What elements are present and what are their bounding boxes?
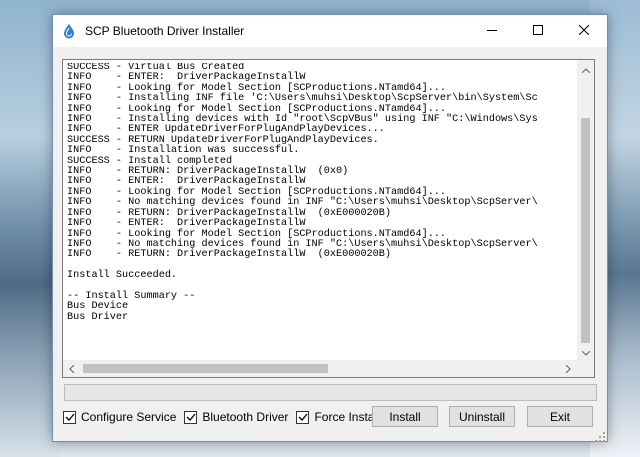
chevron-up-icon [581,60,590,78]
maximize-icon [533,22,543,40]
log-line: Bus Driver [67,311,129,323]
resize-grip-icon[interactable] [595,429,605,442]
title-bar[interactable]: SCP Bluetooth Driver Installer [53,15,607,47]
scroll-right-button[interactable] [560,360,577,377]
bottom-controls: Configure Service Bluetooth Driver Force… [63,406,597,428]
configure-service-checkbox[interactable]: Configure Service [63,410,176,424]
progress-bar [64,384,597,401]
scrollbar-corner [577,360,594,377]
maximize-button[interactable] [515,15,561,47]
close-button[interactable] [561,15,607,47]
checkbox-box[interactable] [63,410,76,424]
checkbox-box[interactable] [296,410,310,424]
log-line: Bus Device [67,301,129,313]
window-title: SCP Bluetooth Driver Installer [85,24,245,38]
log-line: Install Succeeded. [67,270,178,282]
chevron-down-icon [581,343,590,361]
scroll-down-button[interactable] [577,343,594,360]
scroll-left-button[interactable] [63,360,80,377]
installer-window: SCP Bluetooth Driver Installer SUCCESS -… [52,14,608,442]
exit-button[interactable]: Exit [527,406,593,427]
log-line: -- Install Summary -- [67,290,196,302]
scroll-up-button[interactable] [577,60,594,77]
configure-service-label: Configure Service [81,410,177,424]
scp-app-icon [61,23,77,39]
desktop-wallpaper-left [0,0,60,457]
close-icon [578,22,590,40]
force-install-checkbox[interactable]: Force Install [296,410,380,424]
uninstall-button[interactable]: Uninstall [449,406,515,427]
chevron-right-icon [565,360,571,378]
checkmark-icon [298,413,308,421]
checkmark-icon [186,413,196,421]
log-line: INFO - RETURN: DriverPackageInstallW (0x… [67,249,392,261]
vertical-scrollbar[interactable] [577,60,594,360]
bluetooth-driver-label: Bluetooth Driver [202,410,289,424]
log-line: INFO - ENTER: DriverPackageInstallW [67,218,306,230]
checkbox-box[interactable] [184,410,198,424]
force-install-label: Force Install [314,410,380,424]
log-textbox[interactable]: SUCCESS - Virtual Bus Created INFO - ENTE… [62,59,595,378]
checkmark-icon [65,413,74,421]
bluetooth-driver-checkbox[interactable]: Bluetooth Driver [184,410,288,424]
minimize-button[interactable] [469,15,515,47]
horizontal-scroll-thumb[interactable] [83,364,328,373]
vertical-scroll-thumb[interactable] [581,118,590,343]
chevron-left-icon [69,360,75,378]
log-output: SUCCESS - Virtual Bus Created INFO - ENTE… [67,63,576,359]
minimize-icon [487,22,497,40]
install-button[interactable]: Install [372,406,438,427]
horizontal-scrollbar[interactable] [63,360,577,377]
